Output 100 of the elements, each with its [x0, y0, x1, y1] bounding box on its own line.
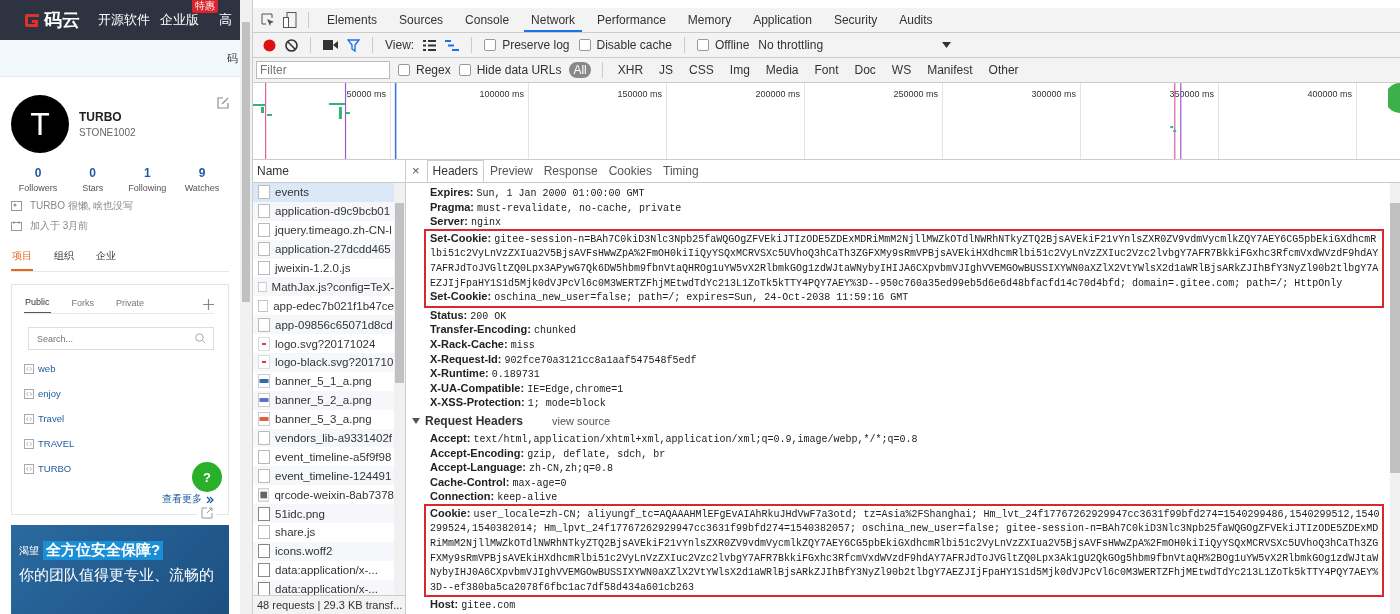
header-line: Set-Cookie: oschina_new_user=false; path=/; expires=Sun, 24-Oct-2038 11:59:16 GMT	[430, 289, 910, 304]
section-title[interactable]: Request Headers	[425, 414, 524, 429]
request-row[interactable]: events	[253, 183, 394, 202]
devtools-tab[interactable]: Audits	[892, 8, 940, 32]
profile-tab[interactable]: 组织	[53, 245, 75, 271]
device-toolbar-icon[interactable]	[283, 12, 297, 28]
repo-link[interactable]: Travel	[38, 413, 65, 424]
site-logo-text[interactable]: 码云	[44, 8, 80, 32]
repo-link[interactable]: TURBO	[38, 463, 72, 474]
stat-count[interactable]: 0	[34, 166, 42, 180]
inspect-element-icon[interactable]	[261, 13, 275, 27]
checkbox[interactable]: Disable cache	[578, 38, 672, 52]
devtools-tab[interactable]: Application	[746, 8, 819, 32]
request-row[interactable]: data:application/x-...	[253, 560, 394, 580]
request-row[interactable]: application-27dcdd465	[253, 239, 394, 259]
request-row[interactable]: data:application/x-...	[253, 579, 394, 595]
detail-tab[interactable]: Preview	[484, 161, 538, 182]
waterfall-view-icon[interactable]	[445, 39, 460, 51]
devtools-tab[interactable]: Elements	[320, 8, 385, 32]
view-source-link[interactable]: view source	[552, 415, 611, 428]
profile-tab[interactable]: 项目	[11, 245, 33, 271]
request-row[interactable]: 51idc.png	[253, 504, 394, 524]
checkbox[interactable]: Hide data URLs	[458, 63, 562, 77]
type-filter[interactable]: Other	[984, 62, 1023, 78]
request-row[interactable]: banner_5_1_a.png	[253, 371, 394, 391]
list-view-icon[interactable]	[423, 39, 437, 51]
record-icon[interactable]	[263, 38, 276, 52]
close-button[interactable]: ×	[410, 163, 426, 182]
promo-banner[interactable]: 渴望 全方位安全保障? 你的团队值得更专业、流畅的	[11, 525, 229, 614]
throttling-dropdown[interactable]: No throttling	[758, 38, 824, 52]
see-more-link[interactable]: 查看更多	[162, 493, 202, 506]
filter-icon[interactable]	[347, 38, 360, 52]
request-row[interactable]: MathJax.js?config=TeX-	[253, 277, 394, 297]
nav-link[interactable]: 企业版	[160, 11, 199, 29]
type-filter[interactable]: All	[569, 62, 591, 78]
type-filter[interactable]: Doc	[850, 62, 880, 78]
request-row[interactable]: jweixin-1.2.0.js	[253, 258, 394, 278]
detail-tab[interactable]: Headers	[426, 160, 484, 182]
repo-tab[interactable]: Forks	[70, 295, 95, 313]
request-row[interactable]: jquery.timeago.zh-CN-l	[253, 220, 394, 240]
edit-icon[interactable]	[217, 97, 229, 109]
request-row[interactable]: banner_5_3_a.png	[253, 409, 394, 429]
plus-icon[interactable]	[203, 298, 214, 310]
detail-scrollbar[interactable]	[1390, 183, 1400, 614]
detail-tab[interactable]: Response	[538, 161, 603, 182]
devtools-tab[interactable]: Memory	[680, 8, 739, 32]
type-filter[interactable]: Media	[761, 62, 803, 78]
detail-tab[interactable]: Timing	[658, 161, 704, 182]
checkbox[interactable]: Offline	[696, 38, 750, 52]
request-row[interactable]: share.js	[253, 523, 394, 542]
repo-link[interactable]: enjoy	[38, 388, 61, 399]
filter-field[interactable]: Filter	[256, 61, 390, 79]
stat-label: Followers	[18, 183, 58, 193]
dropdown-arrow-icon[interactable]	[942, 42, 952, 48]
column-header[interactable]: Name	[257, 164, 289, 178]
profile-tab[interactable]: 企业	[95, 245, 117, 271]
repo-tab[interactable]: Private	[115, 295, 146, 313]
devtools-tab[interactable]: Sources	[392, 8, 451, 32]
banner-headline: 全方位安全保障?	[43, 541, 164, 560]
type-filter[interactable]: Font	[810, 62, 843, 78]
request-row[interactable]: event_timeline-124491	[253, 466, 394, 486]
file-icon	[258, 431, 270, 445]
request-row[interactable]: app-09856c65071d8cd	[253, 315, 394, 335]
nav-link[interactable]: 高	[219, 11, 232, 29]
repo-link[interactable]: TRAVEL	[38, 438, 75, 449]
stat-count[interactable]: 9	[198, 166, 206, 180]
calendar-icon	[11, 221, 22, 231]
devtools-tab[interactable]: Console	[458, 8, 517, 32]
request-row[interactable]: qrcode-weixin-8ab7378	[253, 485, 394, 505]
type-filter[interactable]: JS	[655, 62, 678, 78]
list-scrollbar[interactable]	[394, 183, 405, 595]
type-filter[interactable]: WS	[887, 62, 916, 78]
request-row[interactable]: logo.svg?20171024	[253, 334, 394, 353]
detail-tab[interactable]: Cookies	[603, 161, 658, 182]
request-row[interactable]: app-edec7b021f1b47ce	[253, 296, 394, 316]
request-row[interactable]: banner_5_2_a.png	[253, 390, 394, 410]
request-row[interactable]: vendors_lib-a9331402f	[253, 428, 394, 448]
devtools-tab[interactable]: Security	[826, 8, 885, 32]
request-row[interactable]: icons.woff2	[253, 541, 394, 561]
search-field[interactable]: Search...	[28, 327, 214, 350]
video-camera-icon[interactable]	[323, 40, 338, 50]
checkbox[interactable]: Regex	[398, 63, 451, 77]
request-row[interactable]: event_timeline-a5f9f98	[253, 447, 394, 467]
repo-tab[interactable]: Public	[24, 295, 51, 313]
code-repo-icon	[24, 438, 34, 449]
checkbox[interactable]: Preserve log	[484, 38, 570, 52]
repo-link[interactable]: web	[38, 363, 56, 374]
type-filter[interactable]: Img	[725, 62, 754, 78]
expand-triangle-icon[interactable]	[412, 417, 420, 426]
clear-icon[interactable]	[285, 38, 298, 52]
stat-count[interactable]: 1	[143, 166, 151, 180]
type-filter[interactable]: XHR	[613, 62, 648, 78]
stat-count[interactable]: 0	[89, 166, 96, 180]
type-filter[interactable]: Manifest	[923, 62, 977, 78]
page-scrollbar[interactable]	[240, 0, 252, 614]
devtools-tab[interactable]: Performance	[590, 8, 673, 32]
nav-link[interactable]: 开源软件	[98, 11, 150, 29]
request-row[interactable]: logo-black.svg?201710	[253, 353, 394, 372]
type-filter[interactable]: CSS	[685, 62, 718, 78]
extension-icon[interactable]	[1388, 83, 1400, 113]
